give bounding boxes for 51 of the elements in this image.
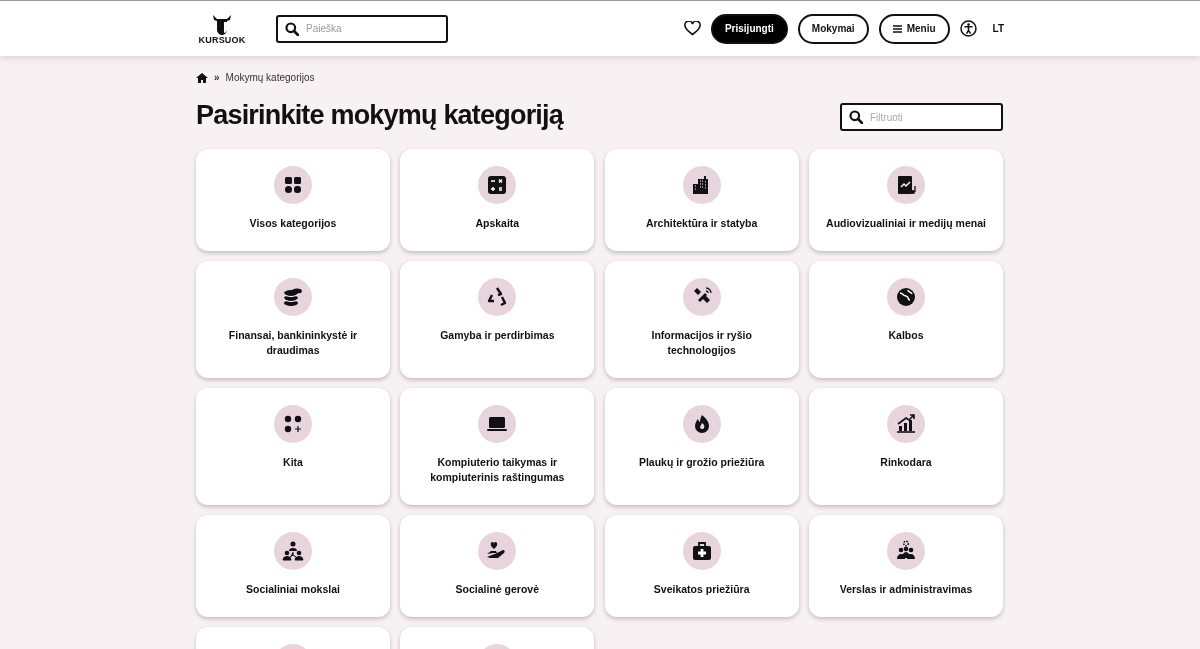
category-label: Kalbos: [888, 328, 924, 343]
search-field[interactable]: Paieška: [276, 14, 448, 43]
category-card[interactable]: Informacijos ir ryšio technologijos: [604, 261, 799, 378]
category-card[interactable]: Visos kategorijos: [196, 149, 390, 251]
category-label: Architektūra ir statyba: [645, 216, 758, 231]
search-icon: [285, 21, 299, 36]
category-label: Sveikatos priežiūra: [653, 582, 750, 597]
page-title: Pasirinkite mokymų kategoriją: [196, 99, 563, 131]
category-label: Plaukų ir grožio priežiūra: [638, 455, 765, 470]
category-label: Socialinė gerovė: [455, 582, 540, 597]
category-card[interactable]: Apskaita: [400, 149, 595, 251]
category-label: Visos kategorijos: [249, 216, 337, 231]
category-label: Kompiuterio taikymas ir kompiuterinis raštingumas: [429, 455, 566, 485]
category-label: Socialiniai mokslai: [246, 582, 340, 597]
category-card[interactable]: Socialinė gerovė: [400, 515, 595, 617]
category-card[interactable]: Kalbos: [809, 261, 1003, 378]
category-label: Gamyba ir perdirbimas: [440, 328, 555, 343]
logo[interactable]: KURSUOK: [198, 12, 246, 45]
category-card[interactable]: Kita: [196, 388, 390, 505]
category-card[interactable]: Kompiuterio taikymas ir kompiuterinis raštingumas: [400, 388, 595, 505]
heart-icon[interactable]: [683, 21, 701, 36]
language-selector[interactable]: LT: [992, 23, 1004, 34]
category-card[interactable]: Audiovizualiniai ir medijų menai: [809, 149, 1003, 251]
category-label: Audiovizualiniai ir medijų menai: [826, 216, 986, 231]
breadcrumb-current: Mokymų kategorijos: [225, 72, 315, 83]
category-label: Finansai, bankininkystė ir draudimas: [227, 328, 359, 358]
category-card[interactable]: Verslas ir administravimas: [809, 515, 1003, 617]
category-icon: [281, 539, 305, 563]
category-card[interactable]: Finansai, bankininkystė ir draudimas: [196, 261, 390, 378]
category-label: Apskaita: [475, 216, 520, 231]
category-card[interactable]: Gamyba ir perdirbimas: [400, 261, 595, 378]
category-icon: [894, 412, 918, 436]
login-button[interactable]: Prisijungti: [710, 13, 788, 44]
category-card[interactable]: Sveikatos priežiūra: [604, 515, 799, 617]
category-label: Informacijos ir ryšio technologijos: [650, 328, 753, 358]
category-card[interactable]: Architektūra ir statyba: [604, 149, 799, 251]
search-icon: [849, 110, 863, 124]
category-label: Verslas ir administravimas: [839, 582, 973, 597]
accessibility-icon[interactable]: [959, 20, 977, 37]
home-icon[interactable]: [196, 72, 208, 83]
category-label: Rinkodara: [880, 455, 932, 470]
filter-field[interactable]: Filtruoti: [840, 103, 1003, 131]
courses-button[interactable]: Mokymai: [797, 13, 869, 44]
category-card[interactable]: Plaukų ir grožio priežiūra: [604, 388, 799, 505]
category-card[interactable]: Socialiniai mokslai: [196, 515, 390, 617]
category-icon: [894, 285, 918, 309]
breadcrumb-separator: »: [214, 72, 220, 83]
menu-icon: [892, 24, 902, 33]
category-label: Kita: [283, 455, 303, 470]
category-card[interactable]: Rinkodara: [809, 388, 1003, 505]
menu-button[interactable]: Meniu: [878, 13, 950, 44]
